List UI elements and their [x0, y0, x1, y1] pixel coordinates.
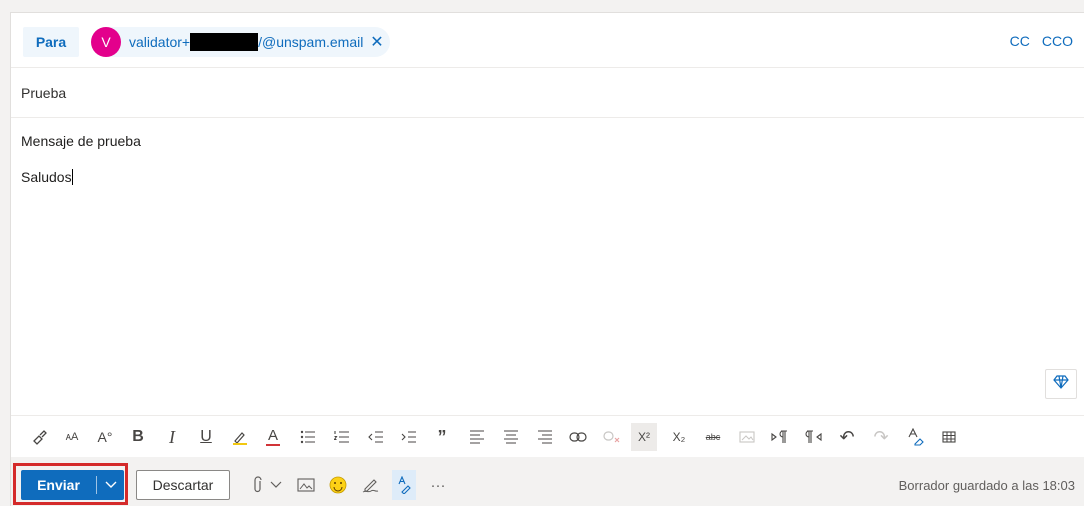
send-button[interactable]: Enviar — [21, 470, 124, 500]
attach-options-chevron-icon[interactable] — [264, 470, 288, 500]
clear-format-icon[interactable] — [902, 423, 928, 451]
underline-icon[interactable]: U — [193, 423, 219, 451]
signature-icon[interactable] — [359, 470, 383, 500]
to-button[interactable]: Para — [23, 27, 79, 57]
quote-icon[interactable]: ” — [429, 423, 455, 451]
link-icon[interactable] — [565, 423, 591, 451]
remove-recipient-icon[interactable]: ✕ — [367, 31, 387, 53]
italic-icon[interactable]: I — [159, 423, 185, 451]
unlink-icon — [599, 423, 625, 451]
recipient-email: validator+ /@unspam.email — [129, 33, 363, 51]
subject-text: Prueba — [21, 85, 67, 101]
recipient-email-prefix: validator+ — [129, 34, 191, 50]
avatar: V — [91, 27, 121, 57]
to-row: Para V validator+ /@unspam.email ✕ CC CC… — [11, 13, 1084, 68]
draft-saved-status: Borrador guardado a las 18:03 — [898, 478, 1075, 493]
more-icon[interactable]: ··· — [426, 470, 450, 500]
font-size-decrease-icon[interactable]: ᴀA — [59, 423, 85, 451]
send-options-chevron-icon[interactable] — [97, 481, 124, 489]
font-color-glyph: A — [267, 427, 278, 444]
cc-bcc-links: CC CCO — [1010, 33, 1073, 49]
recipient-chip[interactable]: V validator+ /@unspam.email ✕ — [91, 27, 390, 57]
premium-diamond-icon — [1053, 374, 1069, 394]
subject-field[interactable]: Prueba — [11, 68, 1084, 118]
bold-icon[interactable]: B — [125, 423, 151, 451]
align-right-icon[interactable] — [532, 423, 558, 451]
body-line-2: Saludos — [21, 169, 72, 185]
superscript-icon[interactable]: X² — [631, 423, 657, 451]
redaction-box — [190, 33, 259, 51]
align-center-icon[interactable] — [498, 423, 524, 451]
strikethrough-icon[interactable]: abc — [700, 423, 726, 451]
font-color-swatch — [266, 444, 280, 446]
highlight-icon[interactable] — [227, 423, 253, 451]
bcc-link[interactable]: CCO — [1042, 33, 1073, 49]
body-line: Mensaje de prueba — [21, 133, 141, 149]
body-line-1: Mensaje de prueba — [21, 133, 141, 149]
emoji-icon[interactable] — [326, 470, 350, 500]
undo-icon[interactable]: ↶ — [834, 423, 860, 451]
redo-icon: ↷ — [873, 426, 889, 447]
send-label: Enviar — [37, 477, 80, 493]
discard-button[interactable]: Descartar — [136, 470, 230, 500]
font-size-increase-icon[interactable]: A° — [92, 423, 118, 451]
format-painter-icon[interactable] — [27, 423, 53, 451]
subscript-icon[interactable]: X₂ — [666, 423, 692, 451]
image-icon[interactable] — [294, 470, 318, 500]
ltr-icon[interactable] — [767, 423, 793, 451]
align-left-icon[interactable] — [464, 423, 490, 451]
recipient-email-suffix: /@unspam.email — [258, 34, 364, 50]
picture-placeholder-icon — [734, 423, 760, 451]
bullets-icon[interactable] — [295, 423, 321, 451]
body-line: Saludos — [21, 169, 73, 185]
table-icon[interactable] — [936, 423, 962, 451]
editor-icon[interactable] — [392, 470, 416, 500]
decrease-indent-icon[interactable] — [363, 423, 389, 451]
numbering-icon[interactable] — [329, 423, 355, 451]
text-caret — [71, 169, 73, 185]
increase-indent-icon[interactable] — [396, 423, 422, 451]
compose-pane: Para V validator+ /@unspam.email ✕ CC CC… — [10, 12, 1084, 506]
cc-link[interactable]: CC — [1010, 33, 1030, 49]
formatting-toolbar: ᴀA A° B I U A ” X² X₂ abc ↶ ↷ — [11, 415, 1084, 458]
font-color-icon[interactable]: A — [260, 423, 286, 451]
action-bar: Enviar Descartar ··· Borrador guardado a… — [11, 457, 1084, 506]
rtl-icon[interactable] — [801, 423, 827, 451]
premium-button[interactable] — [1045, 369, 1077, 399]
